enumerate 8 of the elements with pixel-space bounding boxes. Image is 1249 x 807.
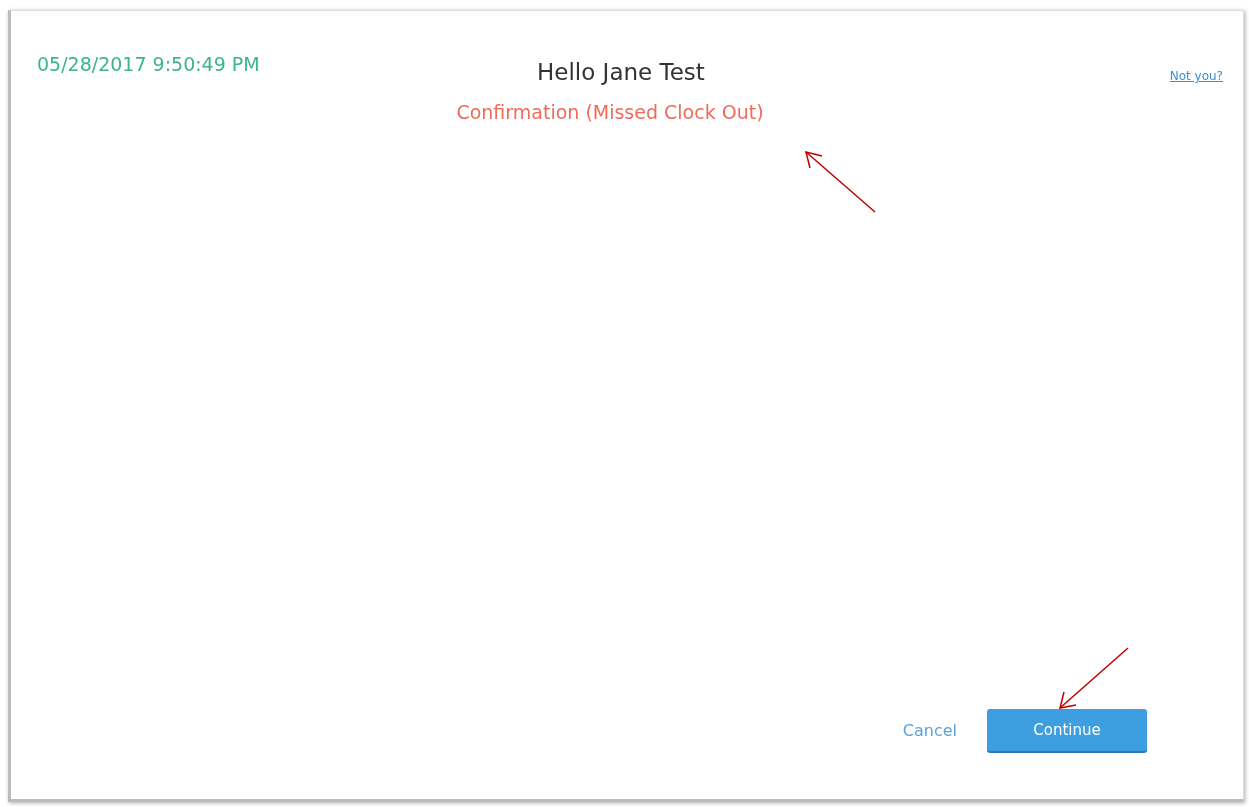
greeting: Hello Jane Test	[537, 59, 706, 85]
datetime: 05/28/2017 9:50:49 PM	[37, 53, 261, 75]
annotation-arrow	[804, 150, 876, 213]
continue-button[interactable]: Continue	[987, 709, 1147, 751]
cancel-link[interactable]: Cancel	[902, 720, 957, 740]
annotation-arrow	[1059, 647, 1129, 709]
not-you-link[interactable]: Not you?	[1169, 69, 1223, 83]
confirmation-title: Confirmation (Missed Clock Out)	[455, 101, 765, 123]
